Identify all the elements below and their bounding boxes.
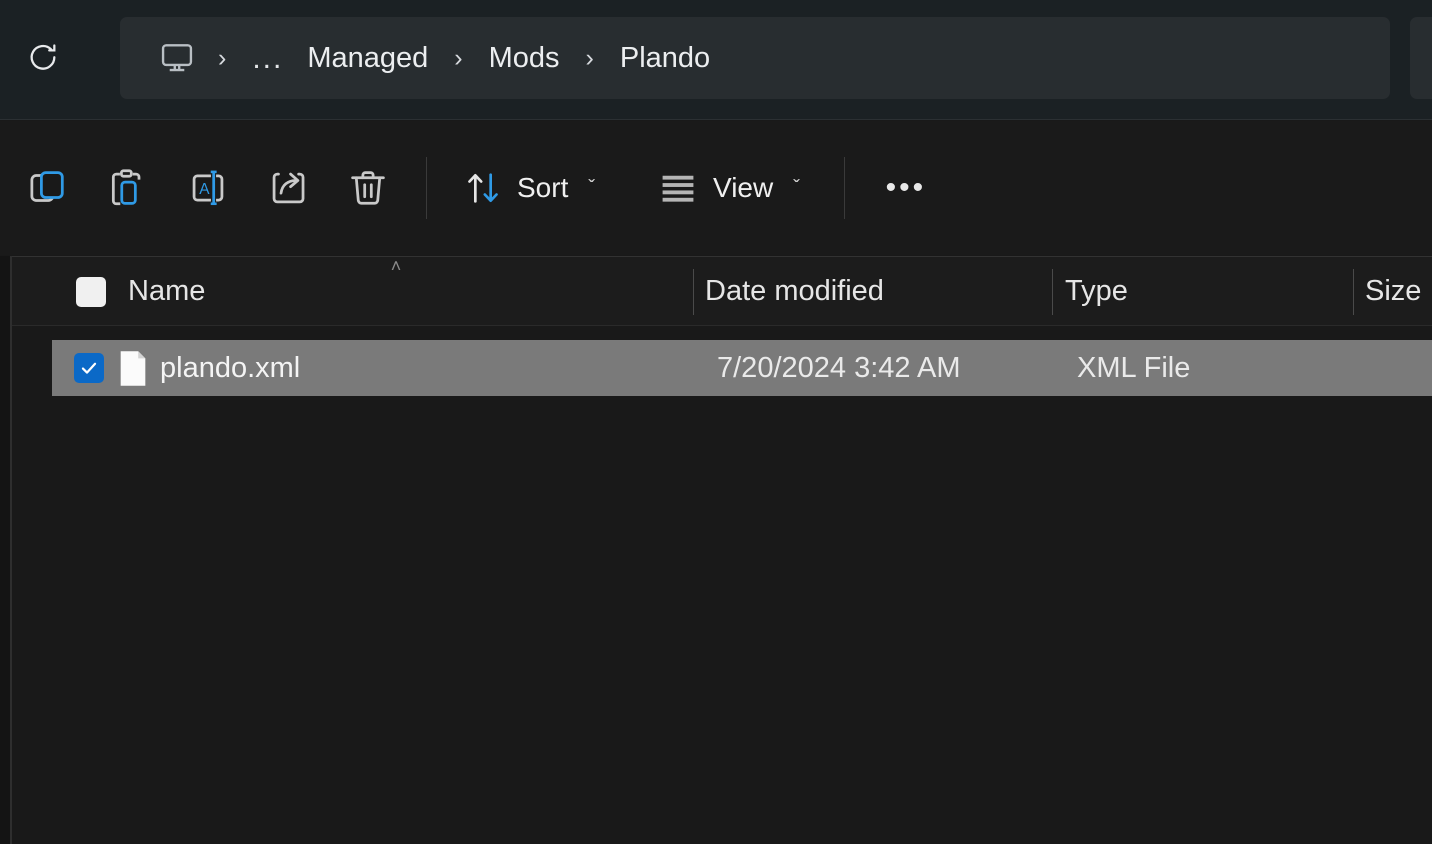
breadcrumb-plando[interactable]: Plando — [608, 38, 722, 79]
chevron-down-icon: ˇ — [588, 176, 596, 199]
titlebar: › ... Managed › Mods › Plando — [0, 0, 1432, 120]
sort-label: Sort — [517, 172, 569, 203]
column-header-row: ˄ Name Date modified Type Size — [12, 256, 1432, 326]
column-separator[interactable] — [693, 269, 694, 315]
command-toolbar: A Sort ˇ View ˇ ••• — [0, 121, 1432, 255]
select-all-checkbox[interactable] — [76, 277, 106, 307]
file-type: XML File — [1077, 351, 1191, 384]
breadcrumb-mods[interactable]: Mods — [477, 38, 572, 79]
delete-glyph — [351, 171, 385, 205]
table-row[interactable]: plando.xml 7/20/2024 3:42 AM XML File — [52, 340, 1432, 396]
rename-icon[interactable]: A — [168, 152, 248, 224]
copy-icon[interactable] — [8, 152, 88, 224]
column-header-name-label: Name — [128, 274, 206, 307]
paste-icon[interactable] — [88, 152, 168, 224]
breadcrumb-separator[interactable]: › — [440, 44, 476, 73]
address-bar[interactable]: › ... Managed › Mods › Plando — [120, 17, 1390, 99]
column-header-type[interactable]: Type — [1065, 256, 1128, 326]
paste-glyph — [111, 169, 141, 206]
monitor-glyph — [161, 44, 193, 72]
view-icon — [662, 175, 694, 202]
sort-icon — [468, 173, 498, 203]
file-name: plando.xml — [160, 351, 301, 384]
column-separator[interactable] — [1353, 269, 1354, 315]
breadcrumb-overflow[interactable]: ... — [240, 43, 295, 73]
delete-icon[interactable] — [328, 152, 408, 224]
sort-button[interactable]: Sort ˇ — [445, 152, 613, 224]
refresh-glyph — [30, 44, 56, 70]
breadcrumb-separator[interactable]: › — [204, 44, 240, 73]
column-header-date-modified-label: Date modified — [705, 274, 884, 307]
chevron-down-icon: ˇ — [793, 176, 800, 199]
checkmark-icon — [81, 362, 97, 374]
toolbar-divider — [843, 157, 845, 219]
row-checkbox[interactable] — [74, 353, 104, 383]
xml-file-icon — [120, 351, 146, 386]
file-date-modified: 7/20/2024 3:42 AM — [717, 351, 961, 384]
view-button[interactable]: View ˇ — [639, 152, 818, 224]
file-explorer-window: › ... Managed › Mods › Plando A Sort ˇ V… — [0, 0, 1432, 844]
column-header-size-label: Size — [1365, 274, 1422, 307]
share-icon[interactable] — [248, 152, 328, 224]
toolbar-divider — [426, 157, 427, 219]
svg-text:A: A — [199, 181, 210, 198]
copy-glyph — [30, 171, 64, 202]
this-pc-monitor-icon[interactable] — [150, 35, 204, 81]
sort-ascending-indicator: ˄ — [390, 256, 402, 276]
file-list: plando.xml 7/20/2024 3:42 AM XML File — [12, 327, 1432, 844]
column-header-size[interactable]: Size — [1365, 256, 1421, 326]
column-header-type-label: Type — [1065, 274, 1128, 307]
view-label: View — [713, 172, 774, 203]
share-glyph — [272, 172, 305, 204]
column-separator[interactable] — [1052, 269, 1053, 315]
see-more-button[interactable]: ••• — [863, 152, 949, 224]
breadcrumb-separator[interactable]: › — [572, 44, 608, 73]
rename-glyph: A — [192, 170, 224, 206]
search-box[interactable] — [1410, 17, 1432, 99]
breadcrumb-managed[interactable]: Managed — [295, 38, 440, 79]
column-header-date-modified[interactable]: Date modified — [705, 256, 884, 326]
refresh-icon[interactable] — [16, 31, 70, 85]
column-header-name[interactable]: Name — [128, 256, 205, 326]
